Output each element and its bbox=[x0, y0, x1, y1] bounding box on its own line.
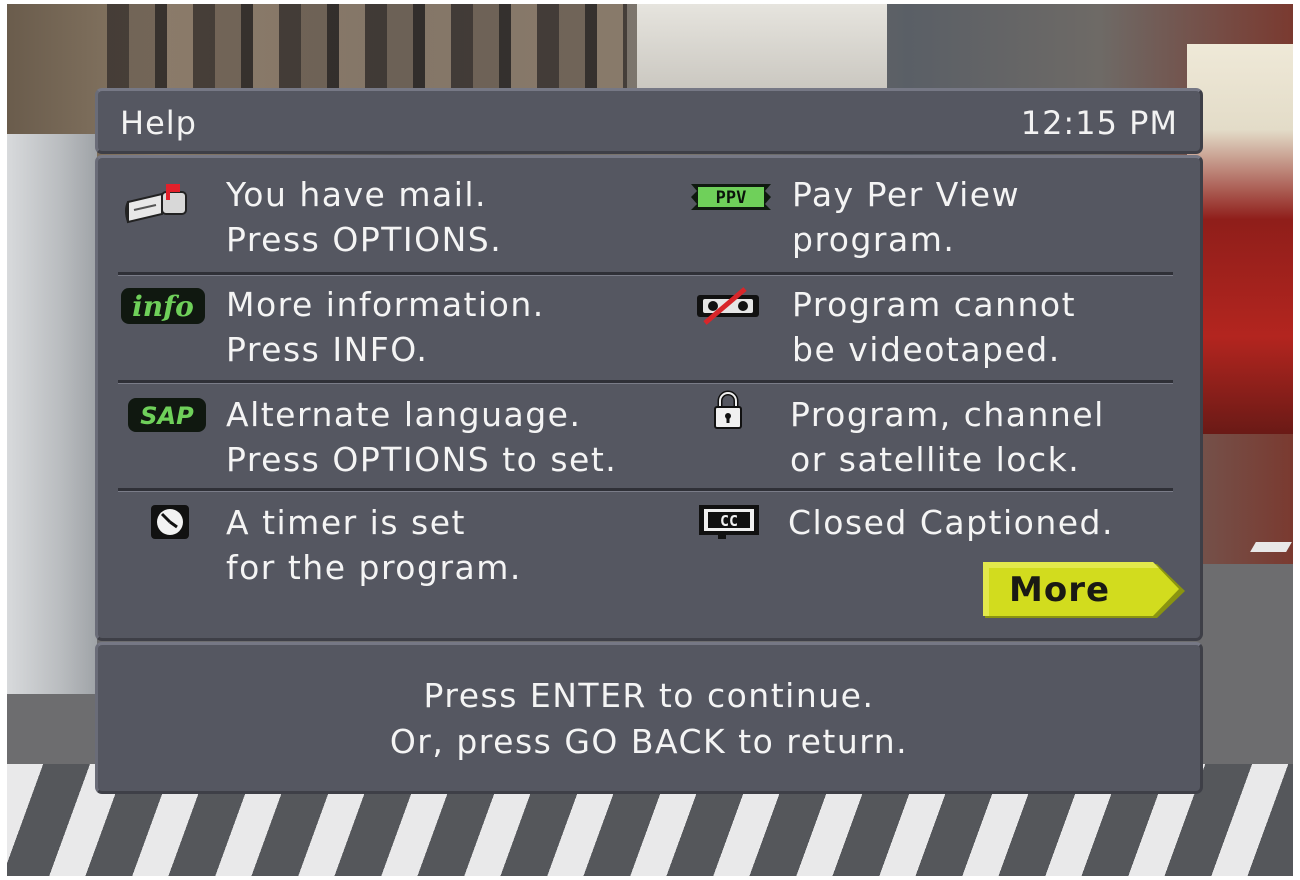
legend-item-sap: Alternate language. Press OPTIONS to set… bbox=[226, 395, 618, 479]
ppv-ticket-icon: PPV bbox=[688, 180, 774, 214]
no-videotape-icon bbox=[694, 286, 762, 326]
sap-icon: SAP bbox=[126, 396, 208, 434]
help-header: Help 12:15 PM bbox=[95, 88, 1203, 154]
row-divider bbox=[118, 272, 1173, 276]
legend-item-no-videotape: Program cannot be videotaped. bbox=[792, 285, 1077, 369]
more-button-label: More bbox=[1009, 570, 1111, 610]
legend-item-timer: A timer is set for the program. bbox=[226, 503, 522, 587]
info-icon: info bbox=[120, 286, 206, 326]
clock: 12:15 PM bbox=[1020, 104, 1178, 142]
row-divider bbox=[118, 488, 1173, 492]
page-title: Help bbox=[120, 104, 197, 142]
legend-item-lock: Program, channel or satellite lock. bbox=[790, 395, 1105, 479]
help-footer: Press ENTER to continue. Or, press GO BA… bbox=[95, 642, 1203, 794]
background-truck bbox=[637, 4, 887, 94]
mailbox-icon bbox=[118, 178, 198, 228]
help-legend-panel: You have mail. Press OPTIONS. PPV Pay Pe… bbox=[95, 155, 1203, 641]
row-divider bbox=[118, 380, 1173, 384]
svg-text:CC: CC bbox=[720, 512, 738, 530]
timer-clock-icon bbox=[148, 502, 192, 542]
background-van bbox=[7, 134, 97, 694]
background-lane-marking bbox=[1250, 542, 1292, 552]
svg-text:info: info bbox=[132, 290, 194, 323]
svg-text:PPV: PPV bbox=[716, 188, 747, 208]
lock-icon bbox=[708, 388, 748, 432]
legend-item-ppv: Pay Per View program. bbox=[792, 175, 1021, 259]
legend-item-closed-captioned: Closed Captioned. bbox=[788, 503, 1114, 542]
legend-item-info: More information. Press INFO. bbox=[226, 285, 545, 369]
footer-instruction-continue: Press ENTER to continue. bbox=[423, 676, 875, 715]
svg-text:SAP: SAP bbox=[140, 402, 194, 430]
footer-instruction-return: Or, press GO BACK to return. bbox=[389, 722, 909, 761]
background-pedestrians bbox=[107, 4, 627, 96]
legend-item-mail: You have mail. Press OPTIONS. bbox=[226, 175, 503, 259]
more-button[interactable]: More bbox=[981, 560, 1187, 622]
closed-caption-icon: CC bbox=[696, 502, 762, 542]
